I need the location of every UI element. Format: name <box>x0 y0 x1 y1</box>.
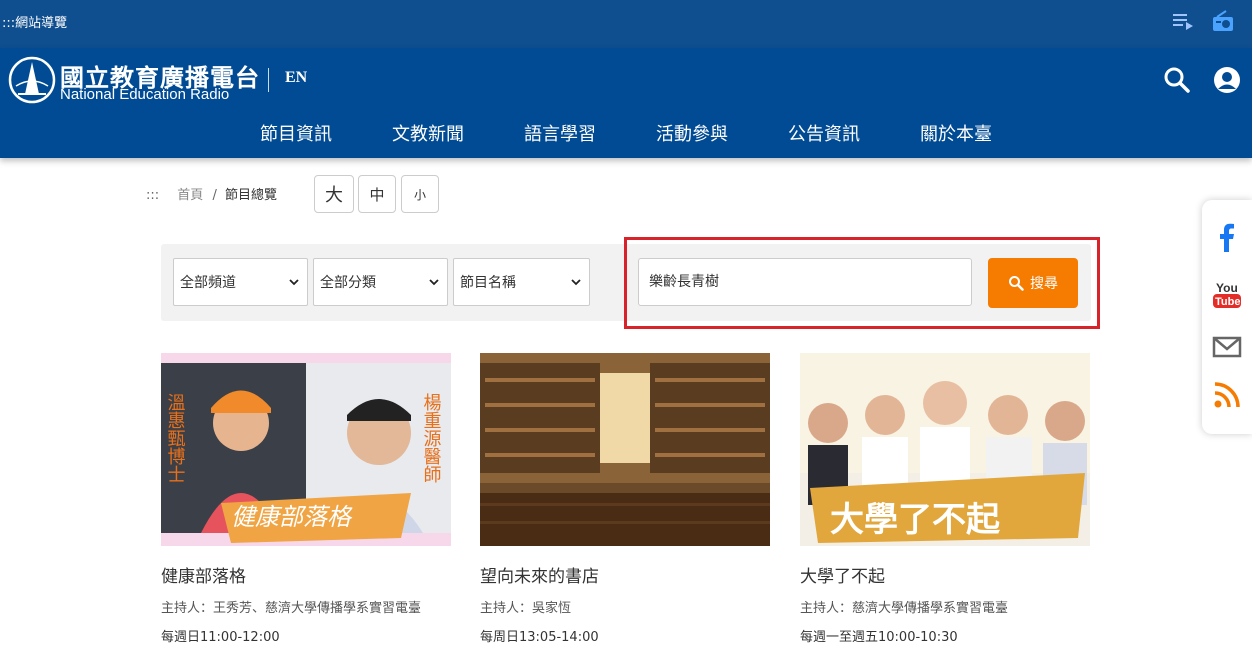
image-caption-left: 溫惠甄博士 <box>165 393 186 483</box>
chevron-down-icon <box>429 279 439 286</box>
rss-icon[interactable] <box>1212 380 1242 410</box>
breadcrumb-current: 節目總覽 <box>224 188 277 203</box>
program-title[interactable]: 大學了不起 <box>800 562 1090 587</box>
program-thumbnail[interactable]: 大學了不起 <box>800 353 1090 546</box>
program-time: 每周日13:05-14:00 <box>480 630 599 645</box>
program-card[interactable]: 大學了不起 大學了不起 主持人：慈濟大學傳播學系實習電臺 每週一至週五10:00… <box>800 353 1090 645</box>
program-name-select[interactable]: 節目名稱 <box>453 258 590 306</box>
font-size-large-button[interactable]: 大 <box>314 175 354 213</box>
category-select[interactable]: 全部分類 <box>313 258 448 306</box>
program-name-select-value: 節目名稱 <box>460 275 516 291</box>
program-title[interactable]: 健康部落格 <box>161 562 451 587</box>
breadcrumb-marker[interactable]: ::: <box>146 188 159 203</box>
program-host: 主持人：吳家恆 <box>480 601 572 616</box>
program-card[interactable]: 望向未來的書店 主持人：吳家恆 每周日13:05-14:00 <box>480 353 770 645</box>
channel-select-value: 全部頻道 <box>180 275 236 291</box>
search-icon[interactable] <box>1163 66 1191 94</box>
site-header: 國立教育廣播電台 National Education Radio EN 節目資… <box>0 48 1252 158</box>
site-map-link[interactable]: :::網站導覽 <box>2 12 67 31</box>
image-caption-right: 楊重源醫師 <box>421 393 442 483</box>
svg-text:Tube: Tube <box>1215 296 1240 308</box>
program-host: 主持人：慈濟大學傳播學系實習電臺 <box>800 601 1009 616</box>
radio-icon[interactable] <box>1212 10 1234 32</box>
program-thumbnail[interactable]: 溫惠甄博士 楊重源醫師 健康部落格 <box>161 353 451 546</box>
nav-item-programs[interactable]: 節目資訊 <box>260 120 332 146</box>
social-sidebar: You Tube <box>1202 200 1252 434</box>
user-icon[interactable] <box>1213 66 1241 94</box>
playlist-icon[interactable] <box>1172 10 1194 32</box>
image-banner-text: 大學了不起 <box>830 500 1001 540</box>
nav-item-language[interactable]: 語言學習 <box>524 120 596 146</box>
breadcrumb-home[interactable]: 首頁 <box>177 188 203 203</box>
category-select-value: 全部分類 <box>320 275 376 291</box>
program-thumbnail[interactable] <box>480 353 770 546</box>
breadcrumb-separator: / <box>212 188 217 203</box>
top-utility-bar: :::網站導覽 <box>0 0 1252 48</box>
health-blog-image: 溫惠甄博士 楊重源醫師 健康部落格 <box>161 353 451 546</box>
logo-emblem-icon <box>8 56 56 104</box>
program-card[interactable]: 溫惠甄博士 楊重源醫師 健康部落格 健康部落格 主持人：王秀芳、慈濟大學傳播學系… <box>161 353 451 645</box>
facebook-icon[interactable] <box>1212 222 1242 252</box>
program-title[interactable]: 望向未來的書店 <box>480 562 770 587</box>
font-size-medium-button[interactable]: 中 <box>358 175 396 213</box>
breadcrumb: ::: 首頁 / 節目總覽 <box>146 184 277 203</box>
nav-item-about[interactable]: 關於本臺 <box>920 120 992 146</box>
nav-item-activities[interactable]: 活動參與 <box>656 120 728 146</box>
program-time: 每週一至週五10:00-10:30 <box>800 630 958 645</box>
svg-text:You: You <box>1216 281 1238 295</box>
search-highlight-box <box>624 237 1100 329</box>
nav-item-news[interactable]: 文教新聞 <box>392 120 464 146</box>
site-logo[interactable]: 國立教育廣播電台 National Education Radio <box>8 56 268 108</box>
main-nav: 節目資訊 文教新聞 語言學習 活動參與 公告資訊 關於本臺 <box>0 120 1252 148</box>
header-divider <box>268 68 269 92</box>
image-banner-text: 健康部落格 <box>231 503 353 531</box>
youtube-icon[interactable]: You Tube <box>1212 280 1242 310</box>
nav-item-announcements[interactable]: 公告資訊 <box>788 120 860 146</box>
chevron-down-icon <box>289 279 299 286</box>
program-host: 主持人：王秀芳、慈濟大學傳播學系實習電臺 <box>161 601 422 616</box>
chevron-down-icon <box>571 279 581 286</box>
mail-icon[interactable] <box>1212 332 1242 362</box>
channel-select[interactable]: 全部頻道 <box>173 258 308 306</box>
university-image: 大學了不起 <box>800 353 1090 546</box>
logo-english-name: National Education Radio <box>60 86 230 103</box>
program-time: 每週日11:00-12:00 <box>161 630 280 645</box>
font-size-small-button[interactable]: 小 <box>401 175 439 213</box>
language-switch-en[interactable]: EN <box>285 69 307 87</box>
bookstore-image <box>480 353 770 546</box>
